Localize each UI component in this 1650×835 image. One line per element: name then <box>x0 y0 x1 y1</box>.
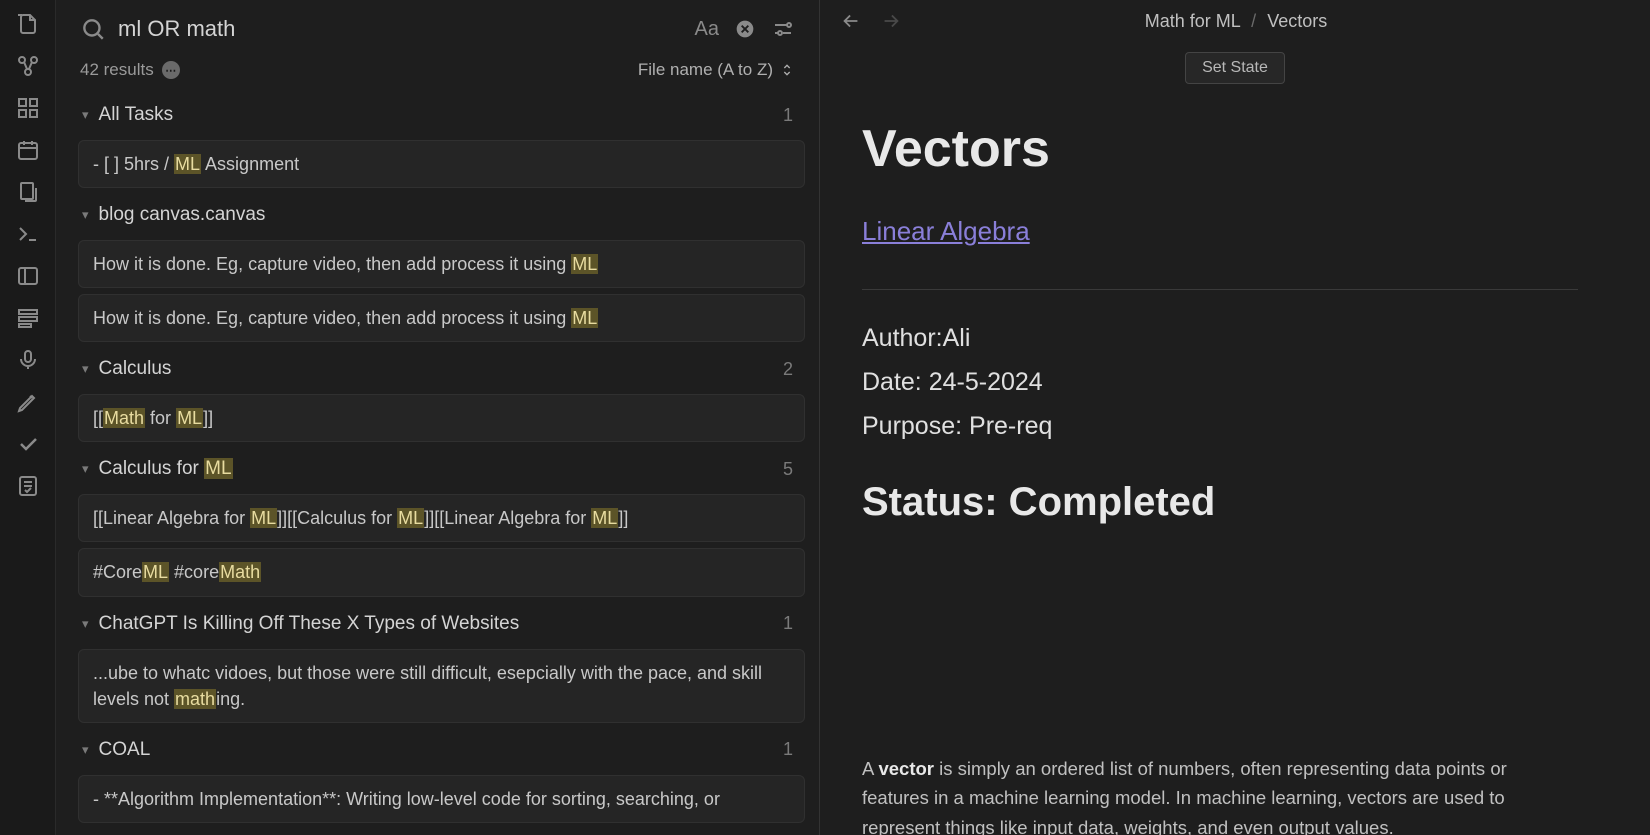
search-input[interactable] <box>118 16 683 42</box>
date-line: Date: 24-5-2024 <box>862 362 1578 402</box>
file-group: ▾ Calculus for ML5 [[Linear Algebra for ML… <box>70 448 805 596</box>
search-match[interactable]: ...ube to whatc vidoes, but those were s… <box>78 649 805 723</box>
file-header[interactable]: ▾ Calculus for ML5 <box>70 448 805 490</box>
file-match-count: 1 <box>783 613 793 634</box>
check-icon[interactable] <box>16 432 40 456</box>
file-match-count: 1 <box>783 105 793 126</box>
sort-label: File name (A to Z) <box>638 60 773 80</box>
search-match[interactable]: How it is done. Eg, capture video, then … <box>78 240 805 288</box>
nav-forward-icon[interactable] <box>880 10 902 32</box>
file-new-icon[interactable] <box>16 12 40 36</box>
edit-icon[interactable] <box>16 390 40 414</box>
file-header[interactable]: ▾ COAL1 <box>70 729 805 771</box>
file-title: Calculus <box>99 358 783 380</box>
status-heading: Status: Completed <box>862 470 1578 534</box>
book-icon[interactable] <box>16 474 40 498</box>
file-title: COAL <box>99 739 783 761</box>
content-pane: Math for ML / Vectors Set State Vectors … <box>820 0 1650 835</box>
file-group: ▾ Calculus2 [[Math for ML]] <box>70 348 805 442</box>
linear-algebra-link[interactable]: Linear Algebra <box>862 216 1030 246</box>
file-header[interactable]: ▾ ChatGPT Is Killing Off These X Types of… <box>70 603 805 645</box>
file-header[interactable]: ▾ All Tasks1 <box>70 94 805 136</box>
layout-icon[interactable] <box>16 306 40 330</box>
search-match[interactable]: [[Math for ML]] <box>78 394 805 442</box>
file-match-count: 2 <box>783 359 793 380</box>
search-match[interactable]: [[Linear Algebra for ML]][[Calculus for … <box>78 494 805 542</box>
more-dots-icon[interactable]: ⋯ <box>162 61 180 79</box>
chevron-down-icon: ▾ <box>82 742 89 758</box>
search-match[interactable]: How it is done. Eg, capture video, then … <box>78 294 805 342</box>
files-icon[interactable] <box>16 180 40 204</box>
file-header[interactable]: ▾ blog canvas.canvas <box>70 194 805 236</box>
results-list: ▾All Tasks1- [ ] 5hrs / ML Assignment▾bl… <box>56 94 819 835</box>
chevron-down-icon: ▾ <box>82 616 89 632</box>
chevron-down-icon: ▾ <box>82 361 89 377</box>
page-title: Vectors <box>862 108 1578 191</box>
clear-search-icon[interactable] <box>735 19 755 39</box>
file-title: blog canvas.canvas <box>99 204 793 226</box>
chevron-down-icon: ▾ <box>82 461 89 477</box>
sort-dropdown[interactable]: File name (A to Z) <box>638 60 795 80</box>
nav-arrows <box>840 10 902 32</box>
breadcrumb-parent: Math for ML <box>1145 11 1240 31</box>
file-match-count: 1 <box>783 739 793 760</box>
file-title: Calculus for ML <box>99 458 783 480</box>
file-group: ▾ All Tasks1 - [ ] 5hrs / ML Assignment <box>70 94 805 188</box>
file-group: ▾ blog canvas.canvas How it is done. Eg, c… <box>70 194 805 342</box>
divider <box>862 289 1578 290</box>
nav-back-icon[interactable] <box>840 10 862 32</box>
search-match[interactable]: - [ ] 5hrs / ML Assignment <box>78 140 805 188</box>
file-header[interactable]: ▾ Calculus2 <box>70 348 805 390</box>
file-title: All Tasks <box>99 104 783 126</box>
search-bar: Aa <box>56 0 819 50</box>
terminal-icon[interactable] <box>16 222 40 246</box>
purpose-line: Purpose: Pre-req <box>862 406 1578 446</box>
chevron-down-icon: ▾ <box>82 107 89 123</box>
results-count-text: 42 results <box>80 60 154 80</box>
file-group: ▾ COAL1 - **Algorithm Implementation**: Wr… <box>70 729 805 823</box>
author-line: Author:Ali <box>862 318 1578 358</box>
search-icon <box>80 16 106 42</box>
chevron-down-icon: ▾ <box>82 207 89 223</box>
file-title: ChatGPT Is Killing Off These X Types of … <box>99 613 783 635</box>
search-match[interactable]: - **Algorithm Implementation**: Writing … <box>78 775 805 823</box>
mic-icon[interactable] <box>16 348 40 372</box>
graph-icon[interactable] <box>16 54 40 78</box>
breadcrumb-current: Vectors <box>1267 11 1327 31</box>
breadcrumb-sep: / <box>1251 11 1256 31</box>
ribbon-sidebar <box>0 0 56 835</box>
results-count: 42 results ⋯ <box>80 60 180 80</box>
set-state-button[interactable]: Set State <box>1185 52 1285 84</box>
search-pane: Aa 42 results ⋯ File name (A to Z) ▾ All … <box>56 0 820 835</box>
search-controls: Aa <box>695 17 795 41</box>
calendar-icon[interactable] <box>16 138 40 162</box>
body-paragraph: A vector is simply an ordered list of nu… <box>862 754 1578 835</box>
panel-icon[interactable] <box>16 264 40 288</box>
search-meta-row: 42 results ⋯ File name (A to Z) <box>56 50 819 94</box>
file-group: ▾ ChatGPT Is Killing Off These X Types of… <box>70 603 805 723</box>
breadcrumb[interactable]: Math for ML / Vectors <box>902 11 1570 32</box>
search-match[interactable]: #CoreML #coreMath <box>78 548 805 596</box>
search-settings-icon[interactable] <box>771 17 795 41</box>
document-body: Vectors Linear Algebra Author:Ali Date: … <box>820 108 1650 835</box>
file-match-count: 5 <box>783 459 793 480</box>
match-case-icon[interactable]: Aa <box>695 18 719 41</box>
grid-icon[interactable] <box>16 96 40 120</box>
content-top-bar: Math for ML / Vectors <box>820 0 1650 42</box>
